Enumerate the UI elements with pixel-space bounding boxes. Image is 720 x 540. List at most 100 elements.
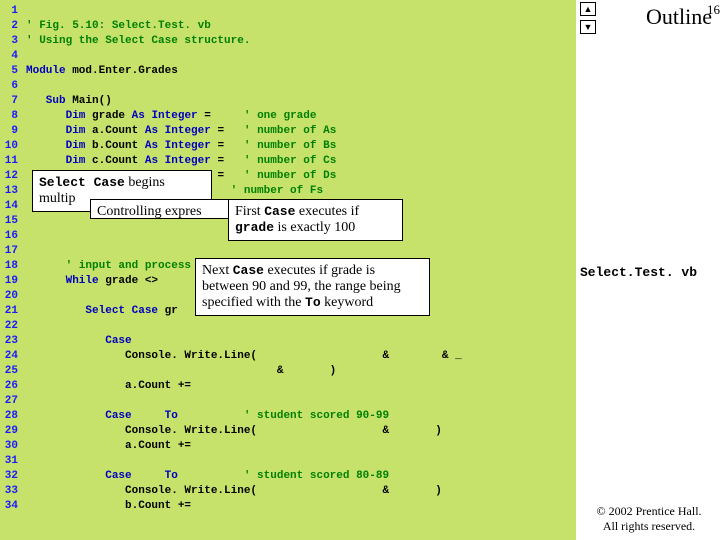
lineno: 28: [0, 409, 22, 424]
code-token: ' student scored 80-89: [178, 470, 389, 482]
code-line: ' Fig. 5.10: Select.Test. vb: [26, 20, 211, 32]
lineno: 3: [0, 34, 22, 49]
code-token: a.Count +=: [26, 440, 198, 452]
lineno: 18: [0, 259, 22, 274]
callout-text: grade: [235, 220, 274, 235]
code-token: Case: [26, 410, 132, 422]
lineno: 16: [0, 229, 22, 244]
code-token: gr: [158, 305, 178, 317]
lineno: 23: [0, 334, 22, 349]
callout-text: executes if: [295, 204, 359, 219]
callout-text: To: [305, 295, 321, 310]
code-area: 1 2 3 4 5 6 7 8 9 10 11 12 13 14 15 16 1…: [0, 0, 576, 540]
lineno: 8: [0, 109, 22, 124]
nav-up-button[interactable]: ▲: [580, 2, 596, 16]
code-token: b.Count: [85, 140, 144, 152]
lineno: 22: [0, 319, 22, 334]
callout-text: Case: [264, 204, 295, 219]
code-token: As Integer: [145, 125, 211, 137]
callout-text: First: [235, 204, 264, 219]
code-token: grade: [85, 110, 131, 122]
code-token: Case: [26, 335, 132, 347]
callout-text: is exactly 100: [274, 220, 355, 235]
nav-down-button[interactable]: ▼: [580, 20, 596, 34]
code-token: =: [198, 110, 218, 122]
lineno: 34: [0, 499, 22, 514]
code-token: Dim: [26, 140, 85, 152]
outline-title: Outline: [646, 4, 712, 30]
code-token: ' number of Cs: [231, 155, 337, 167]
code-token: As Integer: [145, 140, 211, 152]
code-token: Sub: [26, 95, 66, 107]
lineno: 17: [0, 244, 22, 259]
code-token: Console. Write.Line(: [26, 485, 257, 497]
lineno: 13: [0, 184, 22, 199]
code-token: Console. Write.Line(: [26, 350, 257, 362]
code-token: Dim: [26, 125, 85, 137]
lineno: 10: [0, 139, 22, 154]
down-arrow-icon: ▼: [584, 22, 593, 32]
callout-text: Case: [233, 263, 264, 278]
code-token: c.Count: [85, 155, 144, 167]
code-token: a.Count +=: [26, 380, 198, 392]
lineno: 30: [0, 439, 22, 454]
lineno: 1: [0, 4, 22, 19]
lineno: 33: [0, 484, 22, 499]
code-token: ' number of Ds: [231, 170, 337, 182]
code-token: To: [132, 410, 178, 422]
lineno: 25: [0, 364, 22, 379]
callout-text: keyword: [321, 295, 374, 310]
lineno: 6: [0, 79, 22, 94]
callout-text: between 90 and 99, the range being: [202, 279, 401, 294]
lineno: 12: [0, 169, 22, 184]
code-token: While: [26, 275, 99, 287]
code-token: ' number of As: [231, 125, 337, 137]
lineno: 4: [0, 49, 22, 64]
lineno: 24: [0, 349, 22, 364]
code-token: grade <>: [99, 275, 165, 287]
code-token: Module: [26, 65, 66, 77]
lineno: 27: [0, 394, 22, 409]
callout-text: specified with the: [202, 295, 305, 310]
code-token: ' student scored 90-99: [178, 410, 389, 422]
lineno: 19: [0, 274, 22, 289]
code-token: a.Count: [85, 125, 144, 137]
lineno: 9: [0, 124, 22, 139]
up-arrow-icon: ▲: [584, 4, 593, 14]
code-token: Case: [26, 470, 132, 482]
lineno: 14: [0, 199, 22, 214]
lineno: 20: [0, 289, 22, 304]
lineno: 11: [0, 154, 22, 169]
callout-next-case: Next Case executes if grade is between 9…: [195, 258, 430, 316]
callout-text: executes if grade is: [264, 263, 375, 278]
copyright-label: © 2002 Prentice Hall. All rights reserve…: [582, 504, 716, 534]
code-token: Console. Write.Line(: [26, 425, 257, 437]
code-token: & ): [257, 425, 442, 437]
code-token: Dim: [26, 155, 85, 167]
code-line: ' input and process: [26, 260, 191, 272]
code-token: =: [211, 170, 231, 182]
lineno: 26: [0, 379, 22, 394]
code-token: mod.Enter.Grades: [66, 65, 178, 77]
callout-controlling-expression: Controlling expres: [90, 199, 230, 219]
code-token: Select Case: [26, 305, 158, 317]
lineno: 21: [0, 304, 22, 319]
callout-text: Controlling expres: [97, 204, 202, 219]
line-number-gutter: 1 2 3 4 5 6 7 8 9 10 11 12 13 14 15 16 1…: [0, 0, 22, 514]
code-token: b.Count +=: [26, 500, 198, 512]
filename-label: Select.Test. vb: [580, 265, 697, 280]
lineno: 7: [0, 94, 22, 109]
code-line: ' Using the Select Case structure.: [26, 35, 250, 47]
lineno: 5: [0, 64, 22, 79]
right-panel: ▲ ▼ 16 Outline Select.Test. vb © 2002 Pr…: [576, 0, 720, 540]
callout-text: Select Case: [39, 175, 125, 190]
callout-text: multip: [39, 191, 76, 206]
code-token: Main(): [66, 95, 112, 107]
callout-first-case: First Case executes if grade is exactly …: [228, 199, 403, 241]
lineno: 2: [0, 19, 22, 34]
code-token: Dim: [26, 110, 85, 122]
callout-text: Next: [202, 263, 233, 278]
code-token: As Integer: [145, 155, 211, 167]
code-token: ' one grade: [217, 110, 316, 122]
code-token: & & _: [257, 350, 462, 362]
